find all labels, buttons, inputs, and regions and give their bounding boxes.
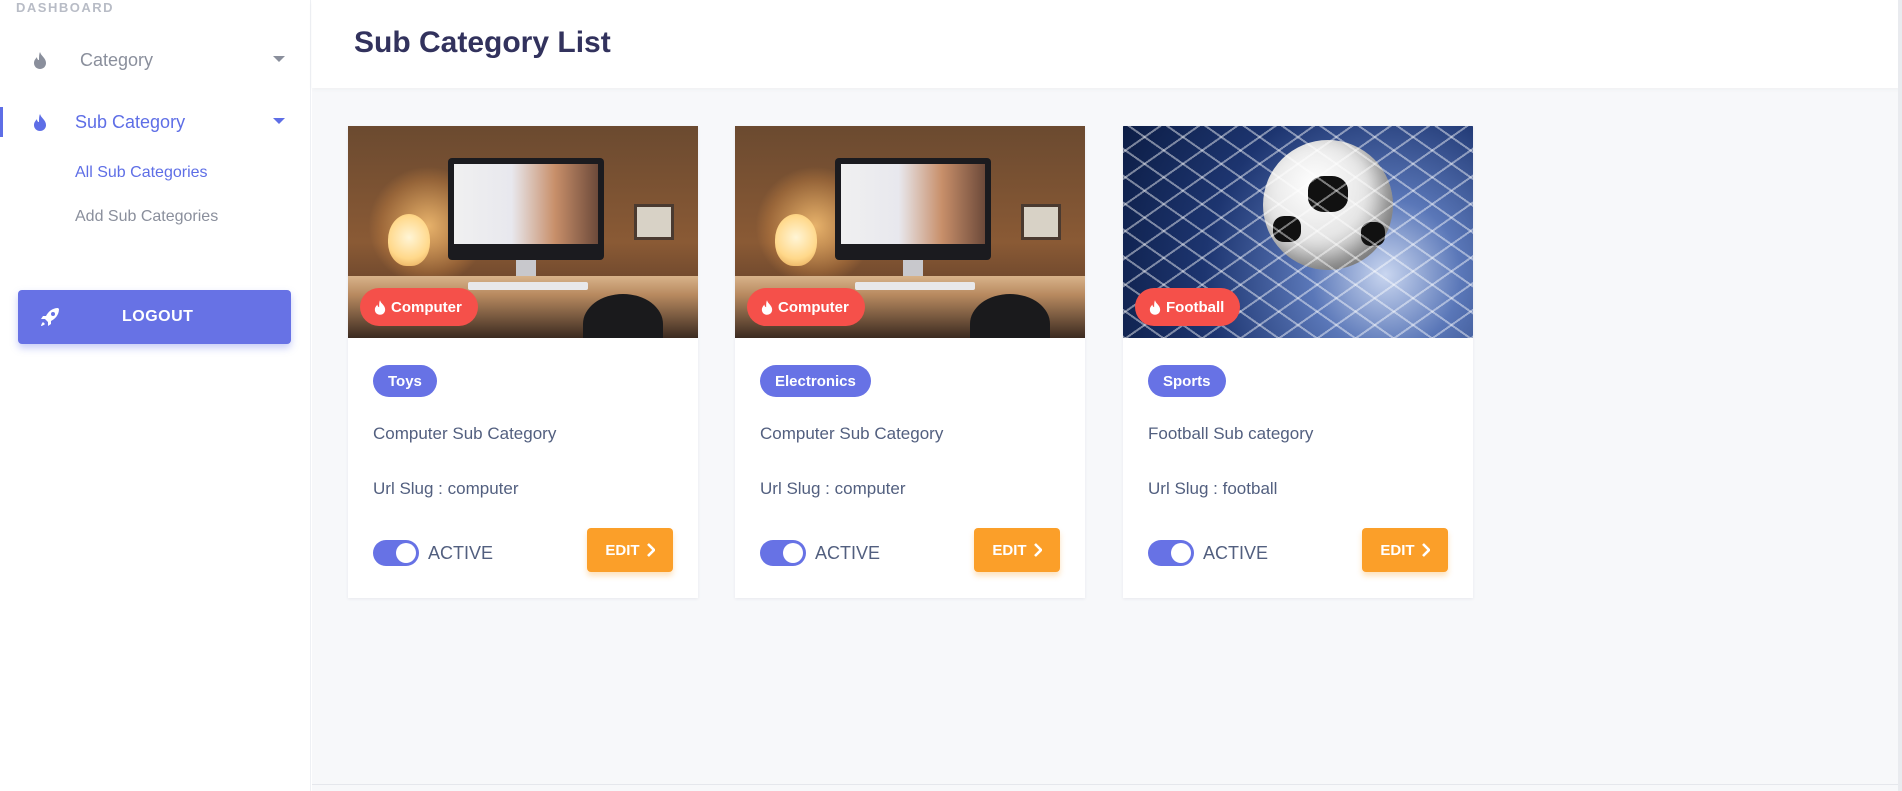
- status-label: ACTIVE: [815, 543, 881, 563]
- sidebar-link-all-sub-categories[interactable]: All Sub Categories: [75, 164, 208, 182]
- category-badge: Computer: [747, 288, 865, 326]
- logout-button[interactable]: LOGOUT: [18, 290, 291, 344]
- logout-label: LOGOUT: [122, 308, 194, 325]
- edit-label: EDIT: [992, 541, 1027, 559]
- sub-category-card: Computer Electronics Computer Sub Catego…: [735, 126, 1085, 598]
- sidebar-item-label: Sub Category: [75, 111, 186, 132]
- sidebar-item-category[interactable]: Category: [0, 38, 311, 82]
- sub-category-card: Computer Toys Computer Sub Category Url …: [348, 126, 698, 598]
- status-label: ACTIVE: [1203, 543, 1269, 563]
- sidebar-link-add-sub-categories[interactable]: Add Sub Categories: [75, 208, 218, 226]
- fire-icon: [31, 50, 49, 70]
- toggle-knob: [396, 543, 416, 563]
- sidebar-heading: DASHBOARD: [16, 0, 114, 15]
- card-slug: Url Slug : computer: [373, 479, 519, 498]
- card-title: Computer Sub Category: [373, 424, 557, 443]
- chevron-right-icon: [646, 543, 655, 557]
- edit-button[interactable]: EDIT: [1362, 528, 1448, 572]
- category-badge-label: Computer: [778, 298, 849, 316]
- page-title: Sub Category List: [354, 26, 611, 59]
- fire-icon: [31, 112, 49, 132]
- sub-category-card: Football Sports Football Sub category Ur…: [1123, 126, 1473, 598]
- status-toggle[interactable]: [760, 540, 806, 566]
- sidebar-item-sub-category[interactable]: Sub Category: [0, 100, 311, 144]
- main-content: Sub Category List Computer Toys Computer…: [312, 0, 1902, 791]
- category-pill: Toys: [373, 365, 437, 397]
- footer-divider: [312, 784, 1902, 785]
- chevron-right-icon: [1421, 543, 1430, 557]
- status-toggle[interactable]: [1148, 540, 1194, 566]
- category-badge-label: Computer: [391, 298, 462, 316]
- card-title: Computer Sub Category: [760, 424, 944, 443]
- category-badge-label: Football: [1166, 298, 1225, 316]
- edit-button[interactable]: EDIT: [587, 528, 673, 572]
- status-toggle[interactable]: [373, 540, 419, 566]
- edit-label: EDIT: [605, 541, 640, 559]
- card-slug: Url Slug : football: [1148, 479, 1278, 498]
- toggle-knob: [783, 543, 803, 563]
- chevron-down-icon: [273, 118, 285, 124]
- toggle-knob: [1171, 543, 1191, 563]
- rocket-icon: [38, 305, 62, 329]
- category-badge: Football: [1135, 288, 1241, 326]
- category-badge: Computer: [360, 288, 478, 326]
- category-pill: Sports: [1148, 365, 1226, 397]
- category-pill: Electronics: [760, 365, 871, 397]
- card-title: Football Sub category: [1148, 424, 1314, 443]
- page-header: Sub Category List: [312, 0, 1902, 88]
- scrollbar[interactable]: [1898, 0, 1902, 791]
- card-image: Football: [1123, 126, 1473, 338]
- chevron-down-icon: [273, 56, 285, 62]
- sidebar-item-label: Category: [80, 49, 154, 70]
- card-slug: Url Slug : computer: [760, 479, 906, 498]
- card-image: Computer: [348, 126, 698, 338]
- fire-icon: [374, 299, 386, 315]
- fire-icon: [1149, 299, 1161, 315]
- fire-icon: [761, 299, 773, 315]
- card-image: Computer: [735, 126, 1085, 338]
- edit-label: EDIT: [1380, 541, 1415, 559]
- status-label: ACTIVE: [428, 543, 494, 563]
- chevron-right-icon: [1033, 543, 1042, 557]
- edit-button[interactable]: EDIT: [974, 528, 1060, 572]
- sidebar: DASHBOARD Category Sub Category All Sub …: [0, 0, 311, 791]
